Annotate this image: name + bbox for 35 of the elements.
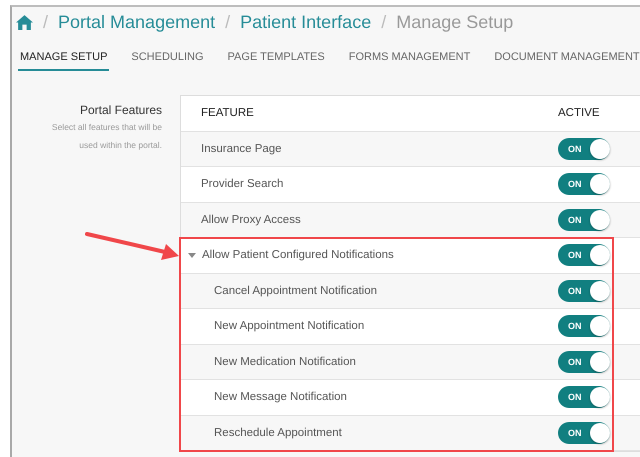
breadcrumb-link[interactable]: Portal Management xyxy=(58,12,216,32)
tab[interactable]: DOCUMENT MANAGEMENT xyxy=(492,48,640,71)
caret-icon[interactable] xyxy=(188,252,196,258)
toggle-switch[interactable]: ON xyxy=(558,138,610,160)
tab[interactable]: FORMS MANAGEMENT xyxy=(346,48,472,71)
toggle-switch[interactable]: ON xyxy=(558,350,610,373)
feature-name: Cancel Appointment Notification xyxy=(214,284,378,297)
toggle-switch[interactable]: ON xyxy=(558,422,610,444)
column-header: ACTIVE xyxy=(558,107,601,120)
toggle-switch[interactable]: ON xyxy=(558,280,610,302)
column-header: FEATURE xyxy=(200,107,255,120)
toggle-switch[interactable]: ON xyxy=(558,173,610,196)
tab[interactable]: PAGE TEMPLATES xyxy=(226,48,327,71)
feature-name: Insurance Page xyxy=(201,142,282,155)
feature-name: New Message Notification xyxy=(214,391,347,404)
feature-name: Allow Proxy Access xyxy=(201,214,301,226)
home-icon[interactable] xyxy=(16,14,33,30)
tab[interactable]: SCHEDULING xyxy=(129,48,206,71)
feature-name: Provider Search xyxy=(201,178,284,190)
section-title: Portal Features xyxy=(78,102,162,117)
breadcrumb-separator: / xyxy=(225,12,230,32)
feature-name: New Appointment Notification xyxy=(214,320,364,332)
toggle-switch[interactable]: ON xyxy=(558,244,610,266)
feature-name: New Medication Notification xyxy=(214,356,356,368)
arrow-icon xyxy=(85,230,181,262)
breadcrumb-separator: / xyxy=(381,12,386,32)
toggle-switch[interactable]: ON xyxy=(558,315,610,338)
tab[interactable]: MANAGE SETUP xyxy=(18,48,110,71)
toggle-switch[interactable]: ON xyxy=(558,208,610,231)
section-description: Select all features that will be used within the portal. xyxy=(50,121,162,152)
feature-name: Reschedule Appointment xyxy=(214,426,342,439)
feature-name: Allow Patient Configured Notifications xyxy=(202,249,394,262)
breadcrumb-separator: / xyxy=(43,12,48,32)
toggle-switch[interactable]: ON xyxy=(558,386,610,408)
breadcrumb-link[interactable]: Patient Interface xyxy=(240,12,372,32)
